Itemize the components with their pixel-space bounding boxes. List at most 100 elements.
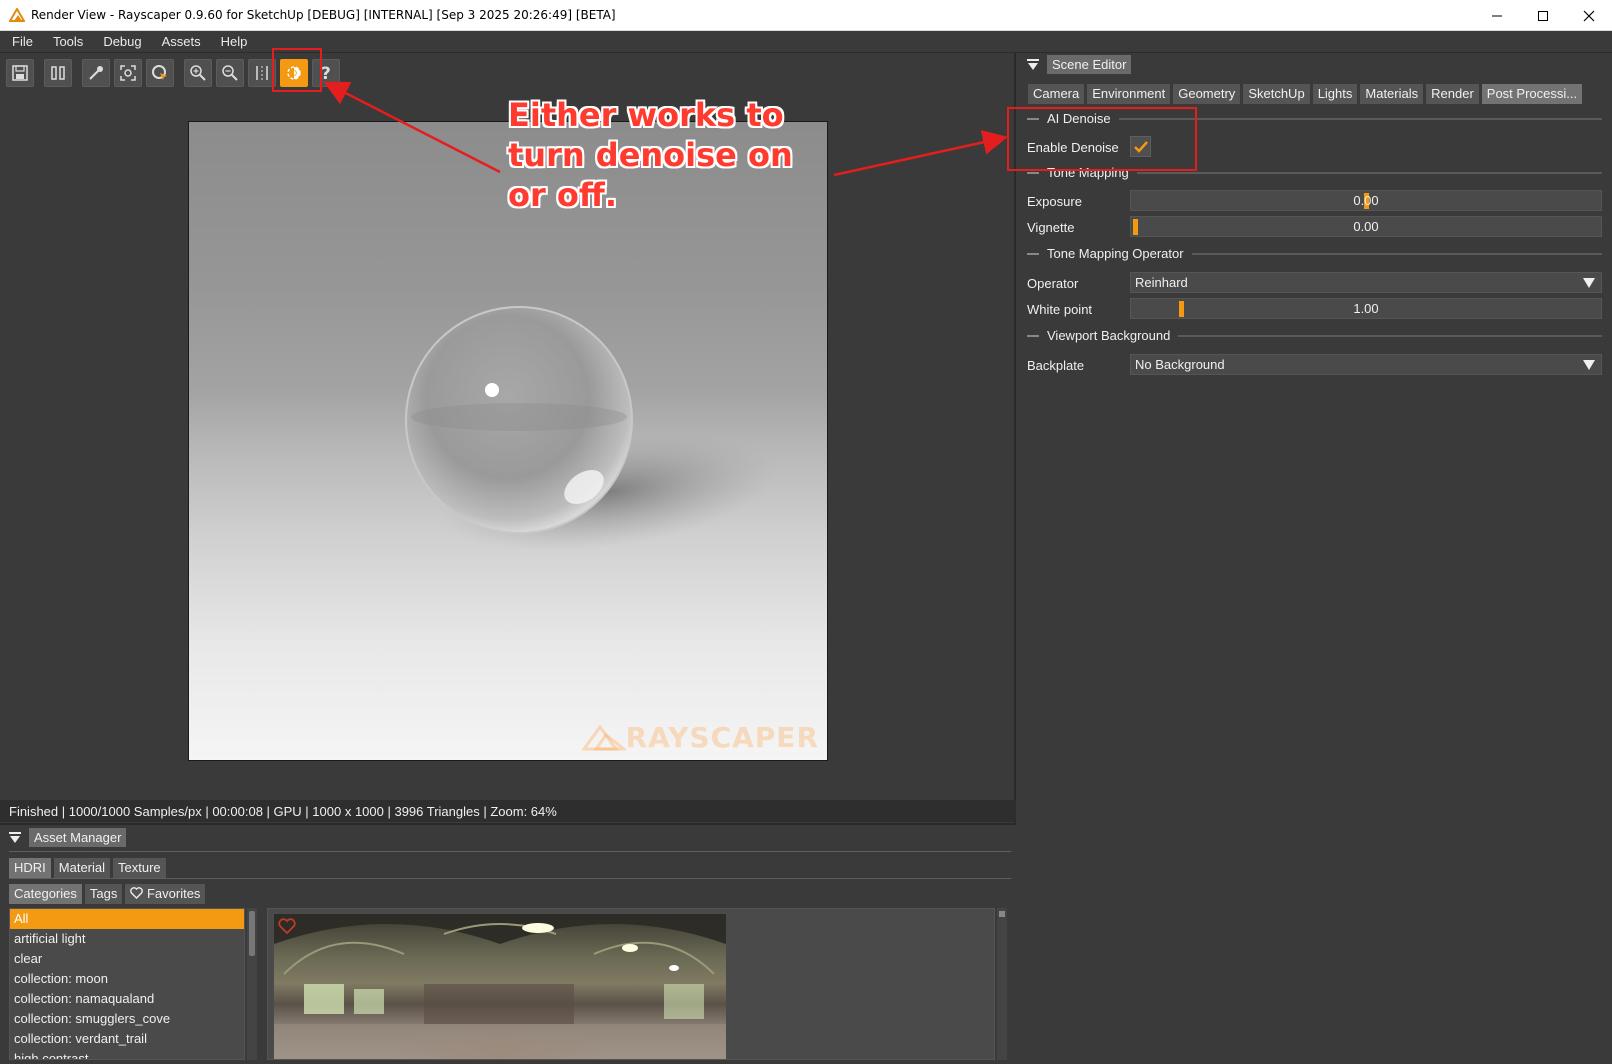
section-tone-mapping-operator: Tone Mapping Operator bbox=[1027, 246, 1602, 261]
tab-categories[interactable]: Categories bbox=[9, 884, 82, 904]
tab-tags[interactable]: Tags bbox=[84, 884, 123, 904]
section-viewport-background: Viewport Background bbox=[1027, 328, 1602, 343]
watermark-text: RAYSCAPER bbox=[625, 721, 819, 754]
hdri-thumbnail-grid bbox=[267, 908, 995, 1060]
close-icon bbox=[1583, 10, 1595, 21]
rayscaper-logo-icon bbox=[9, 8, 25, 22]
vignette-label: Vignette bbox=[1027, 220, 1075, 235]
section-viewport-background-title: Viewport Background bbox=[1047, 328, 1171, 343]
maximize-button[interactable] bbox=[1520, 0, 1566, 31]
annotation-highlight-checkbox bbox=[1007, 107, 1197, 171]
list-item[interactable]: collection: smugglers_cove bbox=[10, 1009, 244, 1029]
thumbnail-scrollbar[interactable] bbox=[997, 908, 1007, 1060]
render-canvas[interactable]: RAYSCAPER bbox=[188, 121, 828, 761]
dropdown-arrow-icon bbox=[1583, 360, 1595, 370]
zoom-out-button[interactable] bbox=[216, 59, 244, 87]
menu-debug[interactable]: Debug bbox=[91, 34, 149, 49]
maximize-icon bbox=[1538, 10, 1548, 21]
select-button[interactable] bbox=[146, 59, 174, 87]
asset-manager-header[interactable]: Asset Manager bbox=[9, 828, 127, 847]
operator-label: Operator bbox=[1027, 276, 1079, 291]
pause-icon bbox=[51, 66, 65, 80]
white-point-slider[interactable]: 1.00 bbox=[1130, 298, 1602, 319]
zoom-out-icon bbox=[222, 65, 238, 81]
scene-editor-panel: Scene Editor Camera Environment Geometry… bbox=[1018, 53, 1612, 1064]
scene-editor-title: Scene Editor bbox=[1047, 55, 1132, 74]
asset-type-tabs: HDRI Material Texture bbox=[9, 858, 169, 878]
annotation-highlight-toolbar bbox=[272, 48, 322, 92]
list-item[interactable]: clear bbox=[10, 949, 244, 969]
hdri-thumbnail[interactable] bbox=[274, 914, 726, 1059]
vignette-value: 0.00 bbox=[1353, 219, 1379, 234]
list-item[interactable]: collection: verdant_trail bbox=[10, 1029, 244, 1049]
render-status-bar: Finished | 1000/1000 Samples/px | 00:00:… bbox=[0, 800, 1016, 822]
asset-manager-title: Asset Manager bbox=[29, 828, 127, 847]
tab-sketchup[interactable]: SketchUp bbox=[1243, 84, 1310, 104]
list-item[interactable]: high contrast bbox=[10, 1049, 244, 1059]
backplate-dropdown[interactable]: No Background bbox=[1130, 354, 1602, 375]
select-icon bbox=[152, 65, 167, 80]
menu-file[interactable]: File bbox=[0, 34, 41, 49]
menu-assets[interactable]: Assets bbox=[150, 34, 209, 49]
list-item[interactable]: artificial light bbox=[10, 929, 244, 949]
tab-post-processing[interactable]: Post Processi... bbox=[1481, 84, 1583, 104]
category-scrollbar[interactable] bbox=[247, 908, 257, 1060]
pause-button[interactable] bbox=[44, 59, 72, 87]
zoom-in-button[interactable] bbox=[184, 59, 212, 87]
rendered-glass-sphere bbox=[405, 306, 778, 552]
white-point-label: White point bbox=[1027, 302, 1093, 317]
frame-icon bbox=[120, 65, 136, 81]
pick-icon bbox=[89, 66, 103, 80]
close-button[interactable] bbox=[1566, 0, 1612, 31]
menu-help[interactable]: Help bbox=[209, 34, 256, 49]
window-title: Render View - Rayscaper 0.9.60 for Sketc… bbox=[31, 8, 616, 22]
menu-bar: File Tools Debug Assets Help bbox=[0, 31, 1612, 53]
backplate-label: Backplate bbox=[1027, 358, 1085, 373]
menu-tools[interactable]: Tools bbox=[41, 34, 91, 49]
save-button[interactable] bbox=[6, 59, 34, 87]
exposure-value: 0.00 bbox=[1353, 193, 1379, 208]
collapse-triangle-icon bbox=[9, 831, 21, 843]
hdri-warehouse-preview bbox=[274, 914, 726, 1059]
operator-value: Reinhard bbox=[1135, 275, 1188, 290]
white-point-slider-knob[interactable] bbox=[1179, 301, 1185, 317]
tab-lights[interactable]: Lights bbox=[1312, 84, 1358, 104]
tab-render[interactable]: Render bbox=[1426, 84, 1479, 104]
list-item[interactable]: All bbox=[10, 909, 244, 929]
tab-favorites-label: Favorites bbox=[146, 886, 201, 901]
scene-editor-tabs: Camera Environment Geometry SketchUp Lig… bbox=[1028, 84, 1585, 104]
tab-hdri[interactable]: HDRI bbox=[9, 858, 51, 878]
tab-texture[interactable]: Texture bbox=[113, 858, 166, 878]
exposure-slider[interactable]: 0.00 bbox=[1130, 190, 1602, 211]
minimize-button[interactable] bbox=[1474, 0, 1520, 31]
tab-environment[interactable]: Environment bbox=[1087, 84, 1171, 104]
rayscaper-watermark: RAYSCAPER bbox=[581, 721, 819, 754]
operator-dropdown[interactable]: Reinhard bbox=[1130, 272, 1602, 293]
tab-materials[interactable]: Materials bbox=[1360, 84, 1424, 104]
exposure-label: Exposure bbox=[1027, 194, 1082, 209]
heart-icon[interactable] bbox=[278, 918, 296, 934]
compare-icon bbox=[256, 66, 268, 80]
vignette-slider[interactable]: 0.00 bbox=[1130, 216, 1602, 237]
backplate-value: No Background bbox=[1135, 357, 1225, 372]
scene-editor-header[interactable]: Scene Editor bbox=[1027, 55, 1132, 74]
pick-button[interactable] bbox=[82, 59, 110, 87]
asset-view-tabs: Categories Tags Favorites bbox=[9, 884, 208, 904]
section-tone-mapping-operator-title: Tone Mapping Operator bbox=[1047, 246, 1184, 261]
dropdown-arrow-icon bbox=[1583, 278, 1595, 288]
svg-text:?: ? bbox=[321, 64, 331, 82]
collapse-triangle-icon bbox=[1027, 58, 1039, 70]
list-item[interactable]: collection: namaqualand bbox=[10, 989, 244, 1009]
vignette-slider-knob[interactable] bbox=[1133, 219, 1138, 235]
frame-button[interactable] bbox=[114, 59, 142, 87]
tab-favorites[interactable]: Favorites bbox=[125, 884, 206, 904]
category-list: All artificial light clear collection: m… bbox=[9, 908, 245, 1060]
zoom-in-icon bbox=[190, 65, 206, 81]
rayscaper-watermark-logo-icon bbox=[581, 724, 626, 750]
tab-geometry[interactable]: Geometry bbox=[1173, 84, 1241, 104]
save-icon bbox=[12, 65, 28, 81]
list-item[interactable]: collection: moon bbox=[10, 969, 244, 989]
tab-material[interactable]: Material bbox=[53, 858, 111, 878]
heart-icon bbox=[130, 887, 144, 899]
tab-camera[interactable]: Camera bbox=[1028, 84, 1085, 104]
